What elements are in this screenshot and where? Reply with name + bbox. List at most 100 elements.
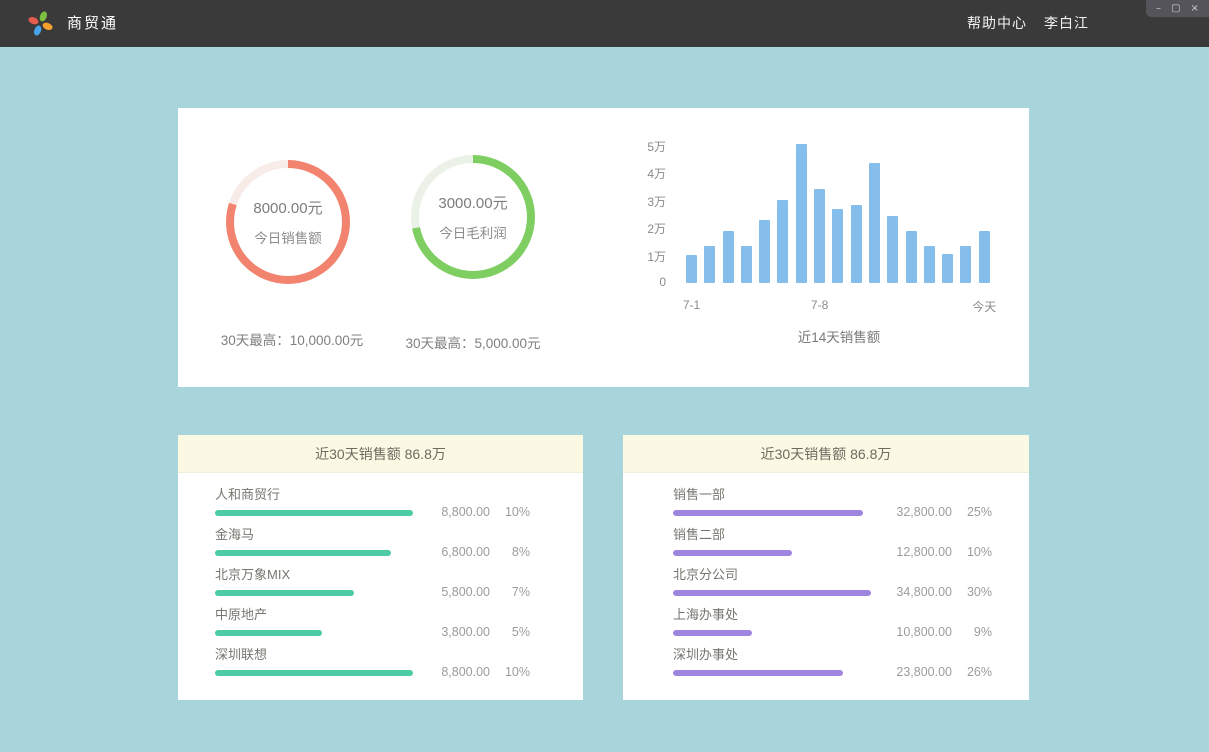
chart-bar [759, 220, 770, 283]
list-item-value: 3,800.005% [414, 625, 530, 639]
list-item: 销售一部 32,800.0025% [673, 487, 992, 527]
app-window: 商贸通 帮助中心 李白江 – ▢ × 8000.00元 今日销售额 30天最高：… [0, 0, 1209, 752]
list-item-bar [215, 670, 413, 676]
list-item: 北京万象MIX 5,800.007% [215, 567, 530, 607]
chart-bar [814, 189, 825, 283]
list-item-bar [673, 550, 792, 556]
bar-chart-bars [686, 138, 992, 283]
chart-bar [704, 246, 715, 283]
x-axis-tick: 7-8 [811, 298, 828, 312]
chart-bar [777, 200, 788, 283]
maximize-icon[interactable]: ▢ [1171, 1, 1180, 16]
list-item-amount: 34,800.00 [876, 585, 952, 599]
y-axis-tick: 2万 [640, 220, 666, 237]
list-item-percent: 25% [952, 505, 992, 519]
customers-card-header: 近30天销售额 86.8万 [178, 435, 583, 473]
list-item: 上海办事处 10,800.009% [673, 607, 992, 647]
departments-card-header: 近30天销售额 86.8万 [623, 435, 1029, 473]
list-item-value: 8,800.0010% [414, 665, 530, 679]
sales-donut-value: 8000.00元 [253, 197, 322, 218]
profit-donut-ring: 3000.00元 今日毛利润 [411, 155, 535, 279]
chart-bar [832, 209, 843, 283]
app-title: 商贸通 [67, 0, 118, 47]
chart-bar [887, 216, 898, 283]
list-item: 北京分公司 34,800.0030% [673, 567, 992, 607]
chart-bar [906, 231, 917, 283]
summary-card: 8000.00元 今日销售额 30天最高：10,000.00元 3000.00元… [178, 108, 1029, 387]
list-item-percent: 10% [952, 545, 992, 559]
y-axis-tick: 1万 [640, 248, 666, 265]
list-item-bar [215, 550, 391, 556]
list-item-amount: 12,800.00 [876, 545, 952, 559]
help-center-link[interactable]: 帮助中心 [967, 0, 1027, 47]
chart-bar [942, 254, 953, 283]
list-item-bar [673, 630, 752, 636]
list-item: 深圳办事处 23,800.0026% [673, 647, 992, 687]
sales-donut-label: 今日销售额 [254, 227, 322, 247]
list-item-name: 深圳办事处 [673, 647, 992, 663]
list-item-value: 6,800.008% [414, 545, 530, 559]
sales-donut-ring: 8000.00元 今日销售额 [226, 160, 350, 284]
list-item: 金海马 6,800.008% [215, 527, 530, 567]
titlebar: 商贸通 帮助中心 李白江 – ▢ × [0, 0, 1209, 47]
profit-30day-max: 30天最高：5,000.00元 [363, 332, 583, 352]
list-item-percent: 8% [490, 545, 530, 559]
departments-card: 近30天销售额 86.8万 销售一部 32,800.0025% 销售二部12,800… [623, 435, 1029, 700]
y-axis-tick: 4万 [640, 165, 666, 182]
list-item-bar [215, 510, 413, 516]
list-item-bar [215, 590, 354, 596]
close-icon[interactable]: × [1191, 1, 1199, 16]
list-item-bar [215, 630, 322, 636]
list-item-amount: 23,800.00 [876, 665, 952, 679]
list-item-amount: 3,800.00 [414, 625, 490, 639]
chart-bar [851, 205, 862, 283]
chart-bar [741, 246, 752, 283]
list-item: 深圳联想 8,800.0010% [215, 647, 530, 687]
list-item-name: 北京分公司 [673, 567, 992, 583]
chart-bar [979, 231, 990, 283]
list-item-value: 32,800.0025% [876, 505, 992, 519]
list-item-amount: 6,800.00 [414, 545, 490, 559]
bar-chart-title: 近14天销售额 [686, 326, 992, 346]
list-item-bar [673, 590, 871, 596]
list-item-percent: 10% [490, 665, 530, 679]
list-item-name: 北京万象MIX [215, 567, 530, 583]
list-item-value: 5,800.007% [414, 585, 530, 599]
window-controls: – ▢ × [1146, 0, 1209, 17]
list-item: 中原地产 3,800.005% [215, 607, 530, 647]
departments-list: 销售一部 32,800.0025% 销售二部12,800.0010%北京分公司 34,… [623, 473, 1029, 687]
list-item-amount: 8,800.00 [414, 505, 490, 519]
chart-bar [723, 231, 734, 283]
bar-chart: 01万2万3万4万5万 7-17-8今天 近14天销售额 [640, 138, 1020, 363]
list-item-percent: 7% [490, 585, 530, 599]
list-item-value: 8,800.0010% [414, 505, 530, 519]
list-item-amount: 8,800.00 [414, 665, 490, 679]
list-item-name: 上海办事处 [673, 607, 992, 623]
chart-bar [686, 255, 697, 283]
customers-list: 人和商贸行8,800.0010%金海马 6,800.008% 北京万象MIX 5,80… [178, 473, 583, 687]
x-axis-tick: 7-1 [683, 298, 700, 312]
list-item-name: 深圳联想 [215, 647, 530, 663]
list-item-bar [673, 670, 843, 676]
list-item-amount: 5,800.00 [414, 585, 490, 599]
list-item-bar [673, 510, 863, 516]
chart-bar [796, 144, 807, 283]
list-item-value: 23,800.0026% [876, 665, 992, 679]
list-item-value: 10,800.009% [876, 625, 992, 639]
list-item: 销售二部12,800.0010% [673, 527, 992, 567]
minimize-icon[interactable]: – [1156, 1, 1161, 16]
list-item-percent: 10% [490, 505, 530, 519]
chart-bar [869, 163, 880, 283]
user-name-link[interactable]: 李白江 [1044, 0, 1089, 47]
list-item-amount: 32,800.00 [876, 505, 952, 519]
list-item-value: 12,800.0010% [876, 545, 992, 559]
list-item-percent: 30% [952, 585, 992, 599]
y-axis-tick: 0 [640, 275, 666, 289]
chart-bar [960, 246, 971, 283]
y-axis-tick: 3万 [640, 193, 666, 210]
list-item-name: 金海马 [215, 527, 530, 543]
customers-card: 近30天销售额 86.8万 人和商贸行8,800.0010%金海马 6,800.0… [178, 435, 583, 700]
list-item-name: 销售一部 [673, 487, 992, 503]
list-item: 人和商贸行8,800.0010% [215, 487, 530, 527]
list-item-name: 中原地产 [215, 607, 530, 623]
